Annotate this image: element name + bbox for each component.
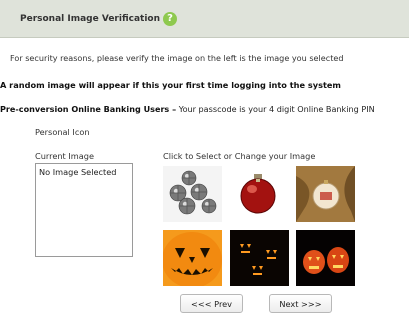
personal-icon-heading: Personal Icon [35,127,90,137]
prev-button[interactable]: <<< Prev [180,294,243,313]
select-image-label: Click to Select or Change your Image [163,151,316,161]
page-header: Personal Image Verification ? [0,0,409,38]
current-image-label: Current Image [35,151,94,161]
preconversion-text: Your passcode is your 4 digit Online Ban… [176,104,375,114]
next-button[interactable]: Next >>> [269,294,332,313]
preconversion-label: Pre-conversion Online Banking Users – [0,104,177,114]
current-image-value: No Image Selected [39,167,117,177]
random-image-note: A random image will appear if this your … [0,80,341,90]
red-ornament-image[interactable] [230,166,289,222]
preconversion-note: Pre-conversion Online Banking Users – Yo… [0,104,375,114]
current-image-box: No Image Selected [35,163,133,257]
page-title: Personal Image Verification [20,14,161,24]
glowing-pumpkins-image[interactable] [296,230,355,286]
silver-ornaments-image[interactable] [163,166,222,222]
dark-pumpkins-image[interactable] [230,230,289,286]
jack-o-lantern-image[interactable] [163,230,222,286]
help-icon[interactable]: ? [163,12,177,26]
security-instruction: For security reasons, please verify the … [10,53,344,63]
ornament-tree-image[interactable] [296,166,355,222]
